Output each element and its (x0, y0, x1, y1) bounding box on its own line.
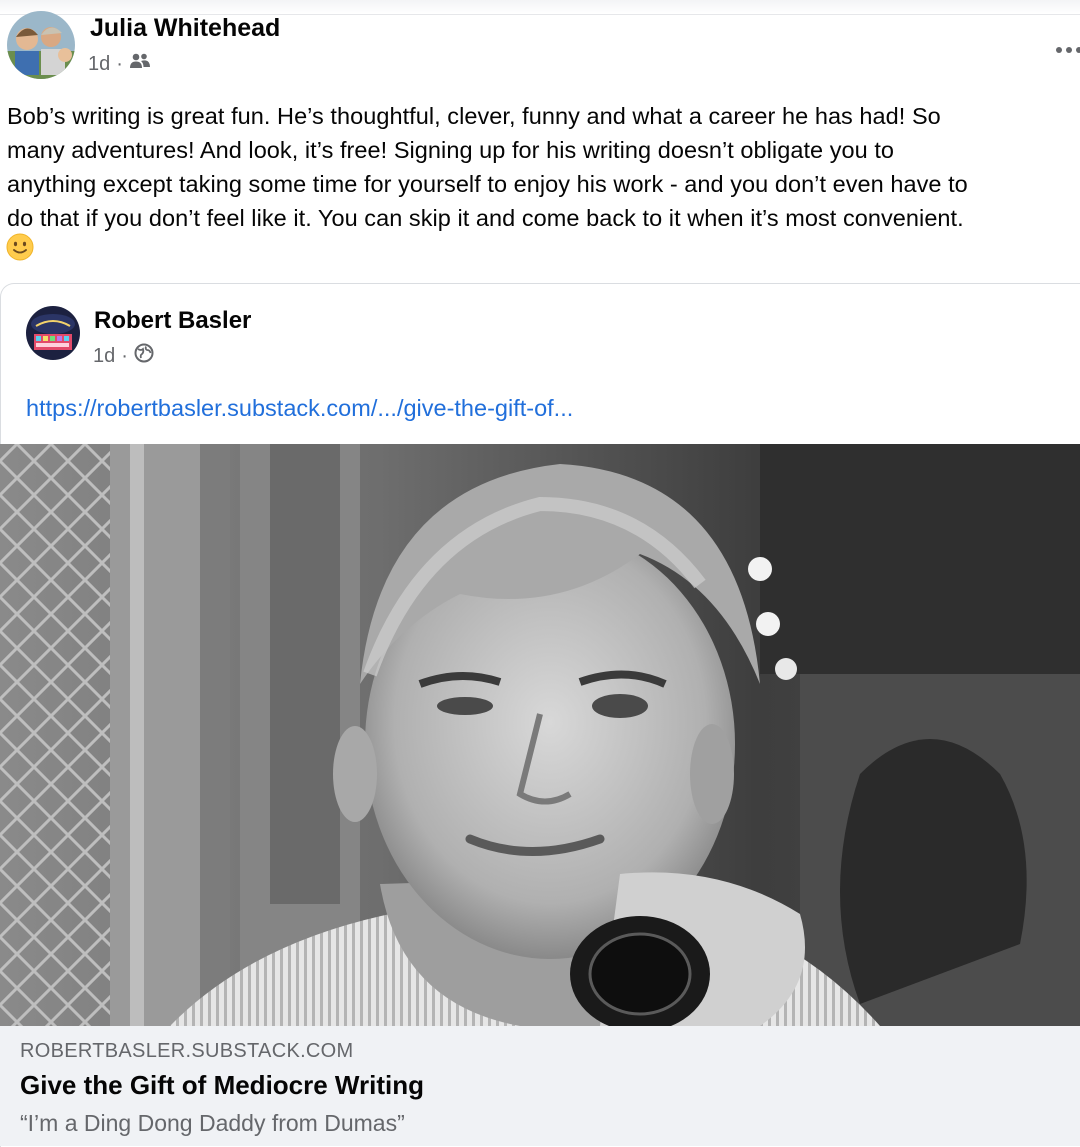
shared-post-time[interactable]: 1d (93, 345, 115, 368)
link-preview-subtitle: “I’m a Ding Dong Daddy from Dumas” (20, 1110, 405, 1136)
robert-avatar[interactable] (26, 306, 80, 360)
friends-icon[interactable] (129, 52, 151, 76)
shared-author-name[interactable]: Robert Basler (94, 307, 251, 335)
link-preview-domain: ROBERTBASLER.SUBSTACK.COM (20, 1040, 354, 1062)
post-author-name[interactable]: Julia Whitehead (90, 14, 280, 43)
slightly-smiling-face-icon (6, 233, 34, 261)
post-text: Bob’s writing is great fun. He’s thought… (7, 103, 968, 231)
shared-post-meta: 1d · (93, 343, 154, 369)
shared-meta-separator: · (121, 344, 128, 367)
more-options-icon[interactable] (1056, 40, 1080, 60)
julia-avatar[interactable] (7, 11, 75, 79)
post-meta: 1d · (88, 52, 151, 76)
link-preview-image[interactable] (0, 444, 1080, 1026)
link-preview-title[interactable]: Give the Gift of Mediocre Writing (20, 1070, 424, 1101)
top-divider (0, 0, 1080, 15)
globe-icon[interactable] (134, 343, 154, 369)
post-time[interactable]: 1d (88, 53, 110, 76)
meta-separator: · (116, 52, 123, 75)
shared-link[interactable]: https://robertbasler.substack.com/.../gi… (26, 395, 573, 422)
